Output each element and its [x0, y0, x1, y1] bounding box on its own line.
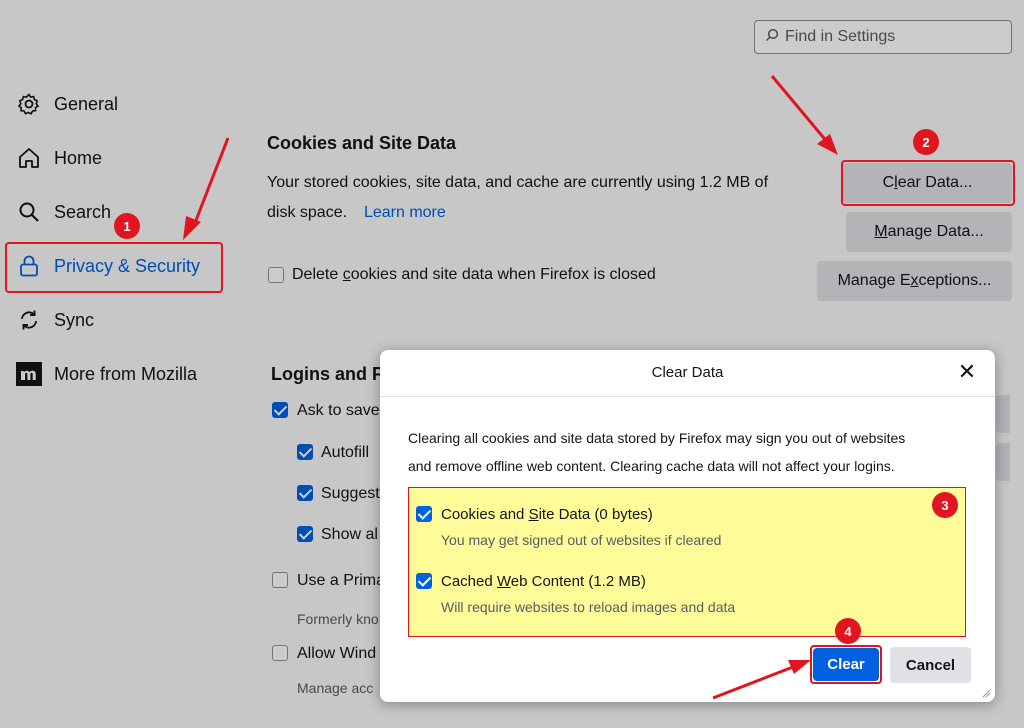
- annotation-badge-4: 4: [835, 618, 861, 644]
- cancel-button[interactable]: Cancel: [890, 647, 971, 683]
- clear-data-dialog: Clear Data ✕ Clearing all cookies and si…: [380, 350, 995, 702]
- annotation-badge-3: 3: [932, 492, 958, 518]
- dialog-description-line-2: and remove offline web content. Clearing…: [408, 458, 895, 474]
- annotation-box-clear: [810, 645, 882, 684]
- cookies-site-data-sub: You may get signed out of websites if cl…: [441, 532, 722, 548]
- annotation-badge-1: 1: [114, 213, 140, 239]
- resize-grip-icon[interactable]: [981, 688, 991, 698]
- dialog-description: Clearing all cookies and site data store…: [408, 424, 968, 480]
- annotation-box-privacy: [5, 242, 223, 293]
- cached-content-sub: Will require websites to reload images a…: [441, 599, 736, 615]
- dialog-divider: [380, 396, 995, 397]
- cookies-site-data-checkbox[interactable]: [416, 506, 432, 522]
- dialog-title: Clear Data: [651, 364, 724, 381]
- cached-content-checkbox[interactable]: [416, 573, 432, 589]
- annotation-badge-2: 2: [913, 129, 939, 155]
- cached-content-label: Cached Web Content (1.2 MB): [441, 573, 646, 590]
- close-icon[interactable]: ✕: [955, 359, 979, 384]
- annotation-box-clear-data: [841, 160, 1015, 206]
- cookies-site-data-label: Cookies and Site Data (0 bytes): [441, 506, 653, 523]
- dialog-description-line-1: Clearing all cookies and site data store…: [408, 430, 906, 446]
